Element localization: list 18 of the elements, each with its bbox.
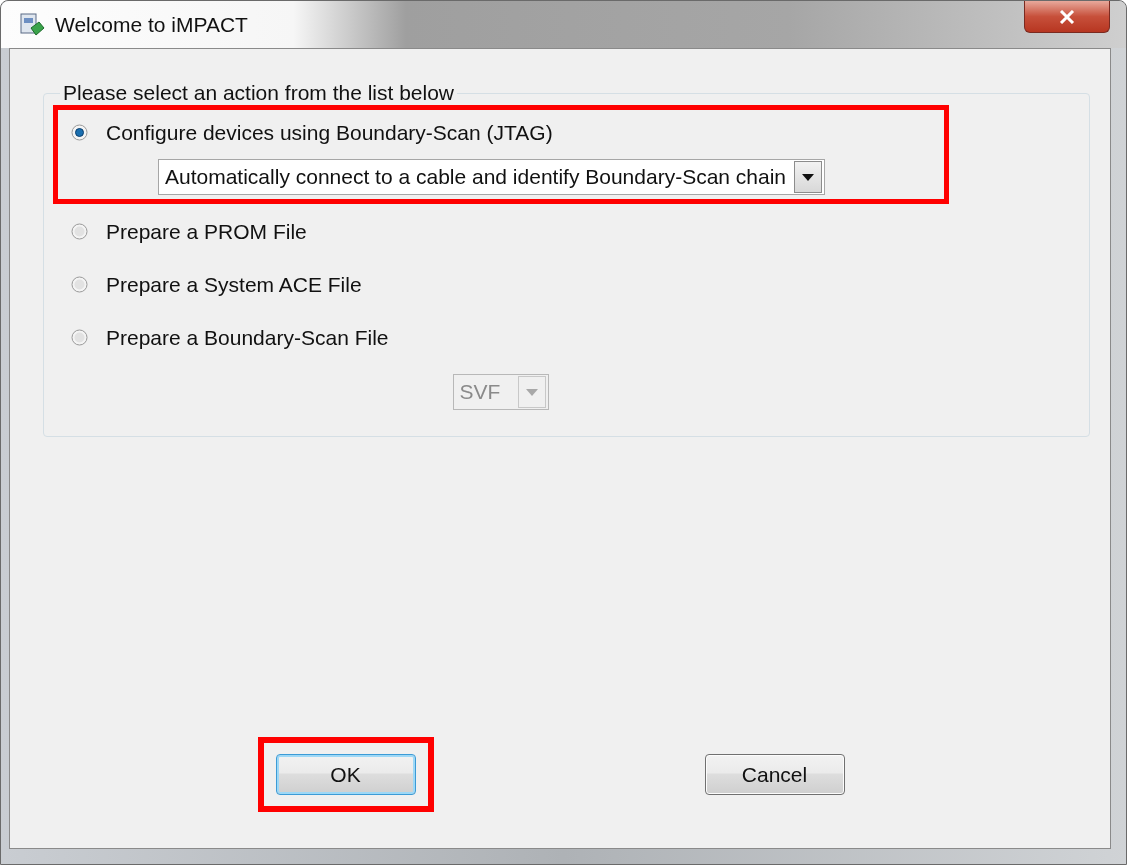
radio-button[interactable] [71, 329, 88, 346]
close-icon [1059, 9, 1075, 24]
option-label: Prepare a System ACE File [106, 272, 362, 297]
radio-button[interactable] [71, 124, 88, 141]
option-label: Prepare a PROM File [106, 219, 307, 244]
group-title: Please select an action from the list below [62, 81, 456, 105]
close-button[interactable] [1024, 1, 1110, 33]
dropdown[interactable]: Automatically connect to a cable and identify Boundary-Scan chain [158, 159, 826, 195]
app-icon [19, 11, 45, 38]
dialog-button[interactable]: OK [275, 754, 416, 795]
dialog-button[interactable]: Cancel [704, 754, 845, 795]
caret-icon [526, 388, 539, 396]
radio-button[interactable] [71, 223, 88, 240]
window-title: Welcome to iMPACT [55, 12, 248, 37]
option-label: Configure devices using Boundary-Scan (JTAG) [106, 120, 553, 145]
option-label: Prepare a Boundary-Scan File [106, 325, 389, 350]
caret-icon [802, 173, 815, 181]
radio-button[interactable] [71, 276, 88, 293]
